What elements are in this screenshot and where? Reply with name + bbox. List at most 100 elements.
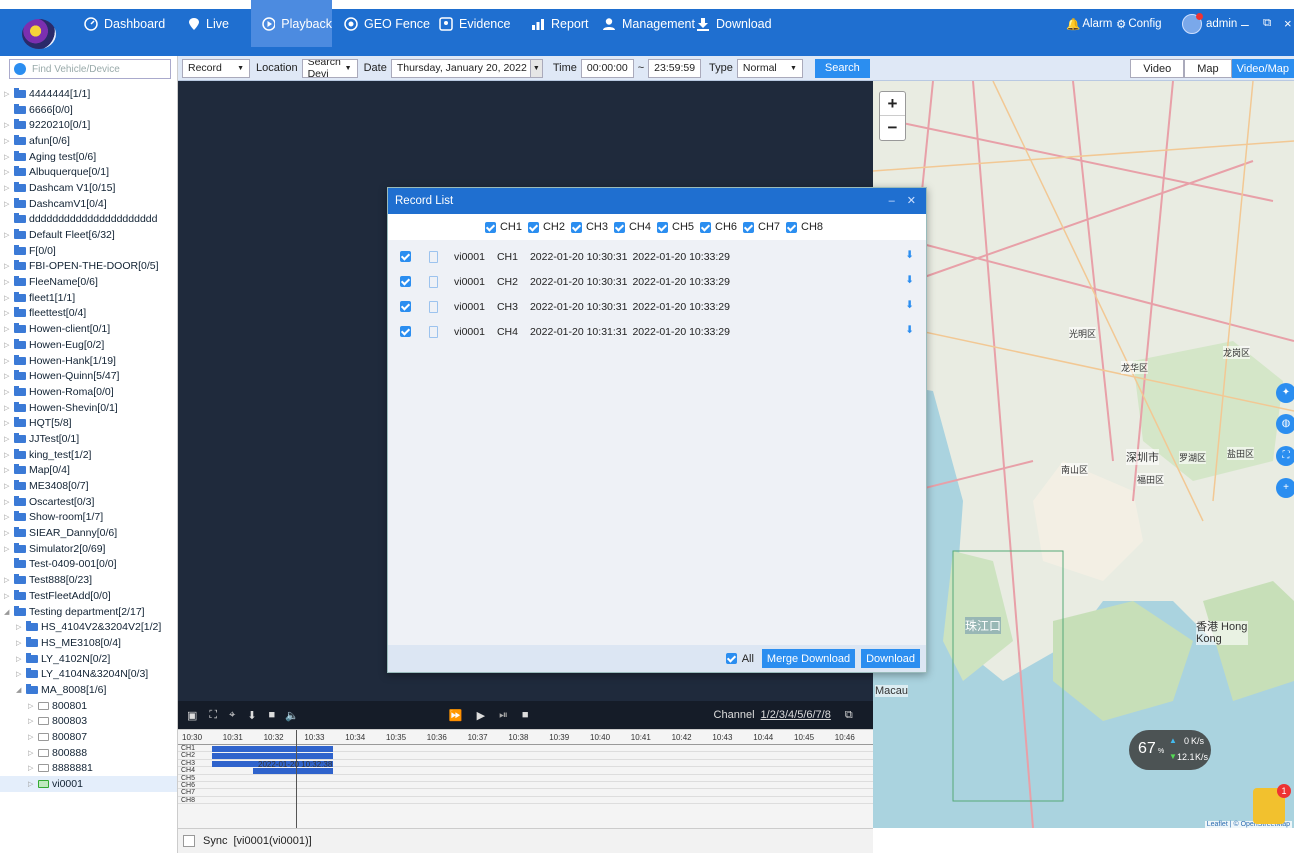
channel-checkbox[interactable] (570, 221, 582, 233)
tree-item[interactable]: ▷ FleeName[0/6] (0, 274, 177, 290)
timeline-channel-row[interactable]: CH8 (178, 797, 873, 805)
expand-arrow-icon[interactable]: ▷ (4, 529, 12, 537)
record-row[interactable]: vi0001 CH2 2022-01-20 10:30:31 2022-01-20 1… (388, 269, 926, 294)
fullscreen-icon[interactable]: ⛶ (209, 709, 217, 722)
expand-arrow-icon[interactable]: ▷ (4, 451, 12, 459)
step-forward-icon[interactable]: ⏯ (499, 709, 508, 722)
tree-item[interactable]: ▷ 4444444[1/1] (0, 86, 177, 102)
close-button[interactable]: × (1284, 0, 1292, 47)
tree-item[interactable]: ▷ Test888[0/23] (0, 572, 177, 588)
tree-item[interactable]: ▷ FBI-OPEN-THE-DOOR[0/5] (0, 259, 177, 275)
tree-item[interactable]: ▷ vi0001 (0, 776, 177, 792)
tree-item[interactable]: ▷ Howen-Quinn[5/47] (0, 368, 177, 384)
expand-arrow-icon[interactable]: ▷ (4, 309, 12, 317)
globe-icon[interactable]: ◍ (1276, 414, 1294, 434)
recording-segment[interactable] (212, 753, 334, 760)
tree-item[interactable]: ▷ LY_4104N&3204N[0/3] (0, 666, 177, 682)
zoom-in-button[interactable]: + (880, 92, 905, 116)
expand-arrow-icon[interactable]: ▷ (16, 623, 24, 631)
config-button[interactable]: ⚙ Config (1116, 0, 1162, 47)
stop-icon[interactable]: ■ (522, 709, 529, 721)
alarm-button[interactable]: 🔔 Alarm (1066, 0, 1112, 47)
expand-arrow-icon[interactable]: ▷ (28, 780, 36, 788)
fast-forward-icon[interactable]: ⏩ (449, 709, 463, 722)
nav-geo-fence[interactable]: GEO Fence (344, 0, 430, 47)
minimize-icon[interactable]: – (889, 195, 895, 207)
user-menu[interactable]: admin (1182, 0, 1237, 47)
nav-report[interactable]: Report (531, 0, 589, 47)
channel-checkbox[interactable] (613, 221, 625, 233)
expand-arrow-icon[interactable]: ▷ (4, 200, 12, 208)
channel-selector[interactable]: 1/2/3/4/5/6/7/8 (761, 709, 831, 721)
nav-management[interactable]: Management (602, 0, 695, 47)
expand-arrow-icon[interactable]: ▷ (4, 341, 12, 349)
expand-arrow-icon[interactable]: ▷ (4, 90, 12, 98)
tree-item[interactable]: ▷ Show-room[1/7] (0, 510, 177, 526)
expand-arrow-icon[interactable]: ▷ (4, 137, 12, 145)
timeline-channel-row[interactable]: CH5 (178, 775, 873, 782)
tree-item[interactable]: ▷ Map[0/4] (0, 463, 177, 479)
record-checkbox[interactable] (400, 276, 411, 287)
location-select[interactable]: Search Devi ▼ (301, 58, 358, 78)
expand-arrow-icon[interactable]: ▷ (4, 278, 12, 286)
channel-checkbox[interactable] (786, 221, 798, 233)
expand-arrow-icon[interactable]: ◢ (16, 686, 24, 694)
tree-item[interactable]: ▷ ME3408[0/7] (0, 478, 177, 494)
date-picker[interactable]: Thursday, January 20, 2022 ▼ (390, 58, 543, 78)
download-icon[interactable]: ⬇ (247, 709, 256, 722)
satellite-icon[interactable]: ✦ (1276, 383, 1294, 403)
expand-arrow-icon[interactable]: ▷ (16, 655, 24, 663)
notification-bell-icon[interactable]: 1 (1253, 784, 1291, 824)
recording-segment[interactable] (212, 746, 334, 752)
record-row[interactable]: vi0001 CH4 2022-01-20 10:31:31 2022-01-20 1… (388, 319, 926, 344)
select-all-checkbox[interactable] (725, 653, 737, 664)
tree-item[interactable]: ▷ king_test[1/2] (0, 447, 177, 463)
tree-item[interactable]: dddddddddddddddddddddd (0, 212, 177, 228)
tree-item[interactable]: 6666[0/0] (0, 102, 177, 118)
tree-item[interactable]: ▷ DashcamV1[0/4] (0, 196, 177, 212)
tree-item[interactable]: ▷ Howen-Shevin[0/1] (0, 400, 177, 416)
expand-arrow-icon[interactable]: ▷ (28, 733, 36, 741)
zoom-out-button[interactable]: − (880, 116, 905, 140)
expand-arrow-icon[interactable]: ▷ (4, 482, 12, 490)
tree-item[interactable]: ▷ JJTest[0/1] (0, 431, 177, 447)
channel-checkbox[interactable] (527, 221, 539, 233)
tree-item[interactable]: ▷ Howen-Roma[0/0] (0, 384, 177, 400)
record-download-icon[interactable]: ⬇ (905, 324, 914, 336)
tree-item[interactable]: ▷ 800801 (0, 698, 177, 714)
tree-item[interactable]: ▷ LY_4102N[0/2] (0, 651, 177, 667)
expand-arrow-icon[interactable]: ▷ (4, 513, 12, 521)
expand-arrow-icon[interactable]: ▷ (4, 545, 12, 553)
tree-item[interactable]: ▷ HQT[5/8] (0, 415, 177, 431)
timeline-channel-row[interactable]: CH2 (178, 752, 873, 760)
expand-arrow-icon[interactable]: ▷ (4, 262, 12, 270)
restore-window-icon[interactable]: ⧉ (1263, 0, 1271, 47)
nav-download[interactable]: Download (696, 0, 772, 47)
expand-arrow-icon[interactable]: ▷ (4, 404, 12, 412)
time-start-input[interactable]: 00:00:00 (580, 58, 634, 78)
expand-arrow-icon[interactable]: ▷ (28, 717, 36, 725)
record-download-icon[interactable]: ⬇ (905, 299, 914, 311)
tree-item[interactable]: ▷ Howen-client[0/1] (0, 321, 177, 337)
playback-timeline[interactable]: 10:30 10:31 10:32 10:33 10:34 10:35 10:36 10:37… (178, 729, 873, 829)
timeline-channel-row[interactable]: CH7 (178, 789, 873, 797)
expand-arrow-icon[interactable]: ▷ (4, 388, 12, 396)
expand-arrow-icon[interactable]: ▷ (4, 184, 12, 192)
tree-item[interactable]: ▷ HS_ME3108[0/4] (0, 635, 177, 651)
tree-item[interactable]: ◢ MA_8008[1/6] (0, 682, 177, 698)
record-download-icon[interactable]: ⬇ (905, 274, 914, 286)
calendar-dropdown-icon[interactable]: ▼ (529, 59, 542, 77)
recording-segment[interactable] (252, 768, 334, 775)
timeline-channel-row[interactable]: CH6 (178, 782, 873, 790)
tree-item[interactable]: ▷ afun[0/6] (0, 133, 177, 149)
tree-item[interactable]: ▷ 8888881 (0, 761, 177, 777)
channel-checkbox[interactable] (657, 221, 668, 233)
tree-item[interactable]: ▷ Howen-Eug[0/2] (0, 337, 177, 353)
record-row[interactable]: vi0001 CH3 2022-01-20 10:30:31 2022-01-20 1… (388, 294, 926, 319)
expand-arrow-icon[interactable]: ▷ (4, 325, 12, 333)
tree-item[interactable]: ▷ 800803 (0, 714, 177, 730)
tree-item[interactable]: ▷ Dashcam V1[0/15] (0, 180, 177, 196)
expand-arrow-icon[interactable]: ▷ (4, 121, 12, 129)
tree-item[interactable]: ▷ Oscartest[0/3] (0, 494, 177, 510)
tree-item[interactable]: ▷ TestFleetAdd[0/0] (0, 588, 177, 604)
